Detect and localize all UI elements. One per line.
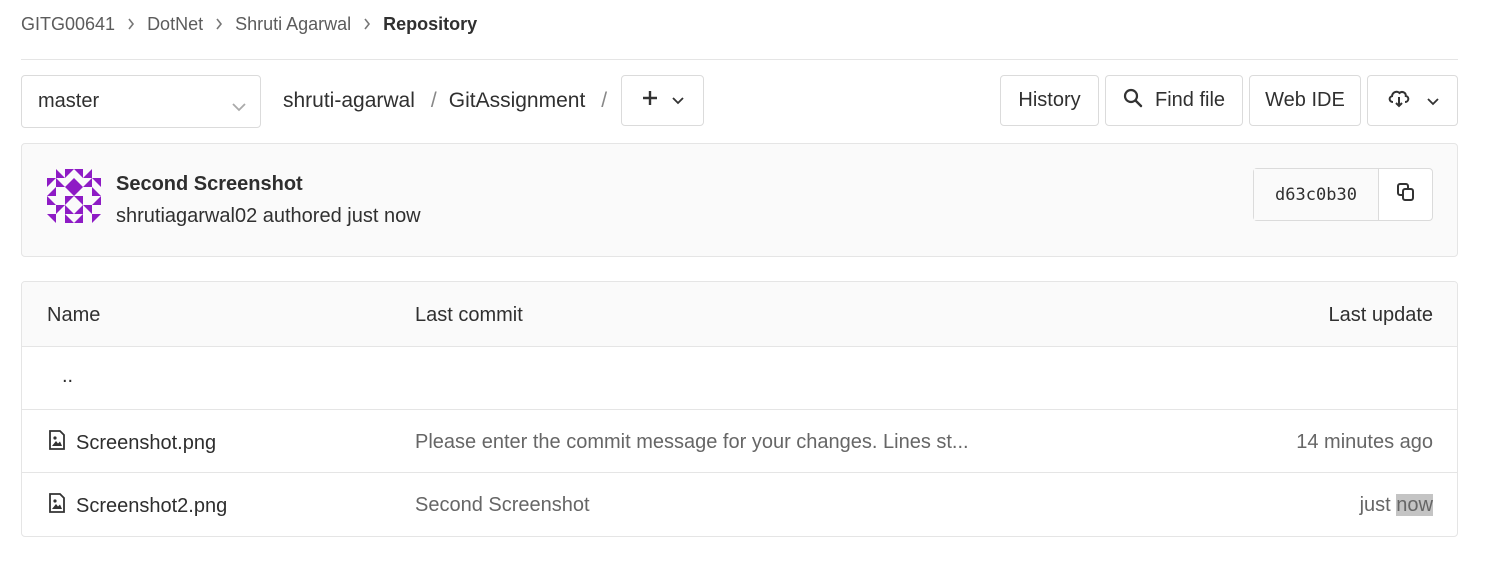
table-header: Name Last commit Last update — [22, 282, 1457, 347]
history-button-label: History — [1018, 89, 1081, 111]
parent-directory-link[interactable]: .. — [62, 365, 73, 388]
file-name[interactable]: Screenshot2.png — [76, 495, 227, 518]
parent-directory-row[interactable]: .. — [22, 347, 1457, 410]
last-update-highlight: now — [1396, 494, 1433, 516]
header-divider — [21, 59, 1458, 60]
file-commit-message[interactable]: Please enter the commit message for your… — [415, 431, 969, 454]
branch-name: master — [38, 90, 100, 112]
chevron-right-icon — [127, 18, 135, 30]
file-tree-table: Name Last commit Last update .. Screensh… — [21, 281, 1458, 537]
breadcrumb-current[interactable]: Repository — [383, 14, 477, 35]
image-file-icon — [48, 430, 66, 456]
find-file-button[interactable]: Find file — [1105, 75, 1243, 126]
image-file-icon — [48, 493, 66, 519]
commit-sha-label[interactable]: d63c0b30 — [1254, 169, 1379, 220]
file-name-cell[interactable]: Screenshot2.png — [48, 493, 227, 519]
plus-icon — [642, 90, 658, 111]
web-ide-button[interactable]: Web IDE — [1249, 75, 1361, 126]
file-last-update: just now — [1360, 494, 1433, 517]
commit-author-meta: shrutiagarwal02 authored just now — [116, 205, 421, 227]
file-last-update: 14 minutes ago — [1296, 431, 1433, 453]
chevron-down-icon — [671, 92, 684, 110]
web-ide-label: Web IDE — [1265, 89, 1345, 111]
file-name[interactable]: Screenshot.png — [76, 432, 216, 455]
commit-title[interactable]: Second Screenshot — [116, 173, 303, 196]
file-commit-message[interactable]: Second Screenshot — [415, 494, 590, 517]
last-commit-panel: Second Screenshot shrutiagarwal02 author… — [21, 143, 1458, 257]
file-name-cell[interactable]: Screenshot.png — [48, 430, 216, 456]
table-row: Screenshot.png Please enter the commit m… — [22, 410, 1457, 473]
avatar[interactable] — [47, 169, 101, 223]
branch-dropdown[interactable]: master — [21, 75, 261, 128]
chevron-down-icon — [1426, 89, 1439, 112]
repo-path: shruti-agarwal / GitAssignment / — [283, 89, 619, 113]
path-separator: / — [601, 89, 608, 112]
chevron-right-icon — [363, 18, 371, 30]
copy-icon — [1396, 182, 1416, 207]
breadcrumb: GITG00641 DotNet Shruti Agarwal Reposito… — [21, 12, 477, 36]
path-repo-link[interactable]: GitAssignment — [449, 89, 586, 113]
breadcrumb-group[interactable]: GITG00641 — [21, 14, 115, 35]
add-file-dropdown-button[interactable] — [621, 75, 704, 126]
cloud-download-icon — [1387, 88, 1411, 114]
breadcrumb-project[interactable]: Shruti Agarwal — [235, 14, 351, 35]
table-row: Screenshot2.png Second Screenshot just n… — [22, 473, 1457, 536]
history-button[interactable]: History — [1000, 75, 1099, 126]
chevron-right-icon — [215, 18, 223, 30]
last-update-prefix: just — [1359, 494, 1397, 516]
column-header-last-commit: Last commit — [415, 304, 523, 326]
download-dropdown-button[interactable] — [1367, 75, 1458, 126]
breadcrumb-subgroup[interactable]: DotNet — [147, 14, 203, 35]
commit-sha-group: d63c0b30 — [1253, 168, 1433, 221]
chevron-down-icon — [232, 95, 246, 118]
column-header-name: Name — [47, 304, 101, 326]
copy-sha-button[interactable] — [1379, 169, 1432, 220]
find-file-label: Find file — [1154, 89, 1226, 111]
path-owner-link[interactable]: shruti-agarwal — [283, 89, 415, 113]
column-header-last-update: Last update — [1328, 304, 1433, 326]
path-separator: / — [430, 89, 437, 112]
search-icon — [1123, 88, 1143, 114]
